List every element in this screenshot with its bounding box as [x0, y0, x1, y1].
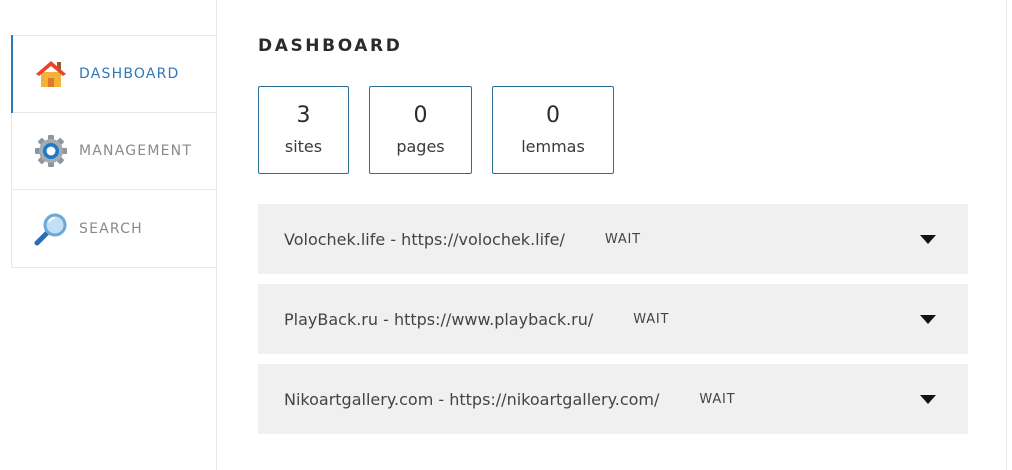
stat-value: 3	[296, 103, 311, 128]
stat-card-sites: 3 sites	[258, 86, 349, 174]
home-icon	[34, 57, 68, 91]
sidebar-item-dashboard[interactable]: DASHBOARD	[11, 35, 217, 113]
stat-value: 0	[546, 103, 560, 128]
content-right-border	[1006, 0, 1007, 470]
caret-down-icon[interactable]	[920, 235, 936, 244]
site-status: WAIT	[699, 391, 736, 407]
site-name: Nikoartgallery.com - https://nikoartgall…	[284, 389, 660, 409]
sidebar-item-search[interactable]: SEARCH	[12, 190, 217, 267]
sidebar-item-label: SEARCH	[79, 220, 143, 237]
sidebar-item-label: DASHBOARD	[79, 66, 180, 82]
stat-card-lemmas: 0 lemmas	[492, 86, 614, 174]
sidebar-item-management[interactable]: MANAGEMENT	[12, 113, 217, 190]
stat-card-pages: 0 pages	[369, 86, 472, 174]
caret-down-icon[interactable]	[920, 395, 936, 404]
gear-icon	[34, 134, 68, 168]
sidebar-item-label: MANAGEMENT	[79, 143, 193, 159]
stat-label: pages	[396, 137, 445, 156]
magnifier-icon	[34, 212, 68, 246]
stat-label: lemmas	[521, 137, 585, 156]
stat-label: sites	[284, 137, 323, 156]
caret-down-icon[interactable]	[920, 315, 936, 324]
sidebar-nav: DASHBOARD MANAGEMENT SEARCH	[11, 35, 217, 268]
site-name: Volochek.life - https://volochek.life/	[284, 229, 565, 249]
site-row[interactable]: Nikoartgallery.com - https://nikoartgall…	[258, 364, 968, 434]
page-title: DASHBOARD	[258, 36, 403, 56]
stat-value: 0	[413, 103, 428, 128]
site-name: PlayBack.ru - https://www.playback.ru/	[284, 309, 594, 329]
site-row[interactable]: Volochek.life - https://volochek.life/ W…	[258, 204, 968, 274]
site-row[interactable]: PlayBack.ru - https://www.playback.ru/ W…	[258, 284, 968, 354]
site-status: WAIT	[604, 231, 641, 247]
site-status: WAIT	[633, 311, 670, 327]
